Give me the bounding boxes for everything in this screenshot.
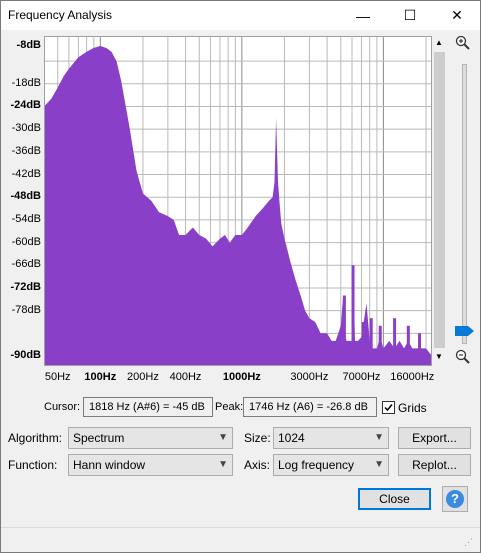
checkmark-icon (384, 404, 393, 412)
spectrum-spike (378, 325, 382, 366)
x-tick-label: 3000Hz (290, 371, 329, 383)
slider-thumb[interactable] (455, 325, 475, 340)
maximize-button[interactable]: ☐ (387, 1, 433, 30)
size-label: Size: (244, 431, 271, 445)
y-tick-label: -48dB (10, 190, 41, 203)
scroll-up-icon[interactable]: ▲ (435, 38, 443, 47)
close-button[interactable]: Close (358, 488, 431, 510)
spectrum-spike (361, 321, 365, 366)
scroll-down-icon[interactable]: ▼ (435, 352, 443, 361)
x-tick-label: 7000Hz (342, 371, 381, 383)
chevron-down-icon: ▼ (218, 432, 228, 443)
x-tick-label: 100Hz (84, 371, 117, 383)
chevron-down-icon: ▼ (218, 459, 228, 470)
algorithm-select[interactable]: Spectrum ▼ (68, 427, 233, 449)
y-tick-label: -72dB (10, 280, 41, 293)
status-bar (1, 527, 480, 552)
zoom-in-icon (455, 35, 470, 50)
y-tick-label: -36dB (11, 144, 41, 157)
axis-label: Axis: (244, 458, 271, 472)
spectrum-spike (369, 318, 373, 366)
algorithm-label: Algorithm: (8, 431, 63, 445)
axis-value: Log frequency (278, 458, 355, 472)
spectrum-spike (393, 318, 397, 366)
function-select[interactable]: Hann window ▼ (68, 454, 233, 476)
close-window-button[interactable]: ✕ (434, 1, 480, 30)
size-value: 1024 (278, 431, 305, 445)
function-value: Hann window (73, 458, 146, 472)
help-icon: ? (446, 490, 464, 508)
y-tick-label: -42dB (11, 167, 41, 180)
vertical-scrollbar[interactable]: ▲ ▼ (432, 36, 447, 366)
minimize-icon: — (356, 7, 370, 24)
y-tick-label: -60dB (11, 235, 41, 248)
chevron-down-icon: ▼ (374, 432, 384, 443)
close-icon: ✕ (451, 7, 463, 23)
y-tick-label: -54dB (11, 212, 41, 225)
vertical-zoom-slider[interactable] (462, 64, 467, 344)
x-tick-label: 1000Hz (222, 371, 261, 383)
y-tick-label: -18dB (11, 76, 41, 89)
maximize-icon: ☐ (403, 7, 417, 23)
size-select[interactable]: 1024 ▼ (273, 427, 389, 449)
minimize-button[interactable]: — (340, 1, 386, 30)
cursor-label: Cursor: (44, 401, 81, 413)
grids-checkbox[interactable] (382, 401, 395, 414)
y-tick-label: -30dB (11, 122, 41, 135)
spectrum-plot[interactable] (44, 36, 432, 366)
window-title: Frequency Analysis (8, 8, 113, 22)
grids-label: Grids (398, 401, 427, 415)
spectrum-spike (351, 265, 355, 366)
cursor-readout: 1818 Hz (A#6) = -45 dB (83, 397, 213, 417)
x-tick-label: 50Hz (44, 371, 71, 383)
y-tick-label: -8dB (16, 39, 41, 51)
export-button[interactable]: Export... (398, 427, 471, 449)
scrollbar-thumb[interactable] (434, 52, 445, 348)
zoom-out-icon (455, 349, 470, 364)
replot-button[interactable]: Replot... (398, 454, 471, 476)
peak-readout: 1746 Hz (A6) = -26.8 dB (243, 397, 377, 417)
function-label: Function: (8, 458, 58, 472)
resize-grip-icon[interactable]: ⋰ (464, 537, 473, 548)
peak-label: Peak: (215, 401, 244, 413)
x-tick-label: 16000Hz (390, 371, 435, 383)
help-button[interactable]: ? (442, 486, 468, 512)
y-tick-label: -78dB (11, 303, 41, 316)
spectrum-spike (406, 325, 410, 366)
spectrum-spike (342, 295, 346, 366)
x-tick-label: 200Hz (127, 371, 159, 383)
y-tick-label: -24dB (10, 99, 41, 112)
zoom-out-button[interactable] (455, 349, 471, 365)
x-tick-label: 400Hz (169, 371, 202, 383)
y-tick-label: -90dB (10, 349, 41, 361)
chevron-down-icon: ▼ (374, 459, 384, 470)
algorithm-value: Spectrum (73, 431, 125, 445)
y-tick-label: -66dB (11, 258, 41, 271)
spectrum-spike (418, 333, 422, 366)
axis-select[interactable]: Log frequency ▼ (273, 454, 389, 476)
zoom-in-button[interactable] (455, 35, 471, 51)
